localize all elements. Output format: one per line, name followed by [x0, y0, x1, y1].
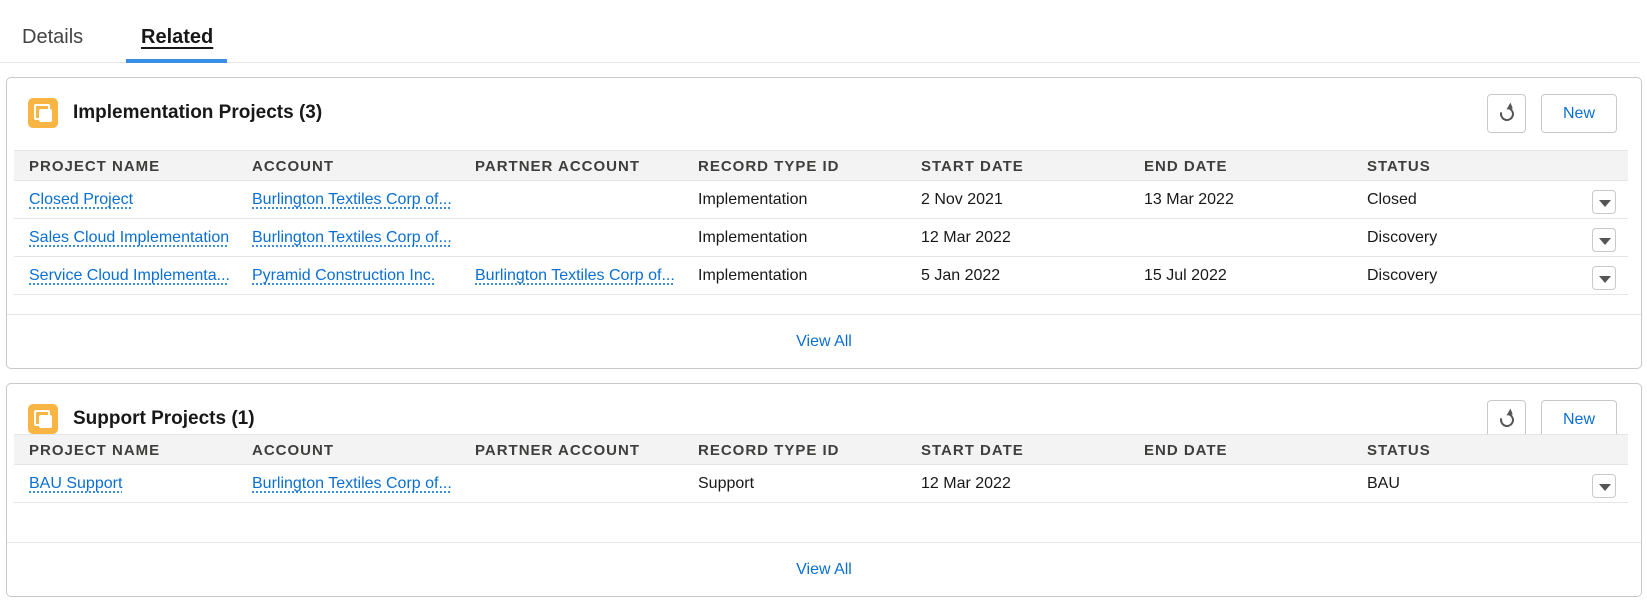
column-header: START DATE	[921, 158, 1024, 175]
start-date-cell: 2 Nov 2021	[921, 191, 1003, 208]
column-header: STATUS	[1367, 442, 1431, 459]
card-title[interactable]: Support Projects (1)	[73, 408, 255, 430]
column-header: RECORD TYPE ID	[698, 442, 840, 459]
tab-details[interactable]: Details	[22, 26, 83, 49]
view-all-link[interactable]: View All	[796, 333, 852, 351]
refresh-button[interactable]	[1487, 94, 1526, 133]
tab-related[interactable]: Related	[141, 26, 213, 49]
row-action-dropdown[interactable]	[1592, 266, 1616, 290]
table-header: PROJECT NAME ACCOUNT PARTNER ACCOUNT REC…	[14, 150, 1628, 181]
view-all-link[interactable]: View All	[796, 561, 852, 579]
account-link[interactable]: Burlington Textiles Corp of...	[252, 229, 457, 247]
table-header: PROJECT NAME ACCOUNT PARTNER ACCOUNT REC…	[14, 434, 1628, 465]
table-row: BAU Support Burlington Textiles Corp of.…	[14, 465, 1628, 503]
end-date-cell: 15 Jul 2022	[1144, 267, 1227, 284]
start-date-cell: 5 Jan 2022	[921, 267, 1001, 284]
active-tab-indicator	[126, 59, 227, 63]
column-header: RECORD TYPE ID	[698, 158, 840, 175]
implementation-projects-card: Implementation Projects (3) New PROJECT …	[6, 77, 1642, 369]
record-type-cell: Implementation	[698, 267, 808, 284]
start-date-cell: 12 Mar 2022	[921, 229, 1011, 246]
support-projects-card: Support Projects (1) New PROJECT NAME AC…	[6, 383, 1642, 597]
column-header: END DATE	[1144, 442, 1228, 459]
refresh-icon	[1497, 410, 1517, 430]
card-title[interactable]: Implementation Projects (3)	[73, 102, 322, 124]
account-link[interactable]: Pyramid Construction Inc.	[252, 267, 457, 285]
project-name-link[interactable]: Sales Cloud Implementation	[29, 229, 234, 247]
end-date-cell: 13 Mar 2022	[1144, 191, 1234, 208]
project-icon	[28, 404, 58, 434]
table-row: Closed Project Burlington Textiles Corp …	[14, 181, 1628, 219]
record-type-cell: Implementation	[698, 191, 808, 208]
column-header: PARTNER ACCOUNT	[475, 158, 640, 175]
row-action-dropdown[interactable]	[1592, 228, 1616, 252]
column-header: START DATE	[921, 442, 1024, 459]
column-header: PROJECT NAME	[29, 442, 161, 459]
status-cell: Discovery	[1367, 229, 1438, 246]
project-name-link[interactable]: Service Cloud Implementa...	[29, 267, 234, 285]
start-date-cell: 12 Mar 2022	[921, 475, 1011, 492]
column-header: ACCOUNT	[252, 158, 334, 175]
refresh-icon	[1497, 104, 1517, 124]
table-row: Service Cloud Implementa... Pyramid Cons…	[14, 257, 1628, 295]
new-button[interactable]: New	[1541, 94, 1617, 133]
account-link[interactable]: Burlington Textiles Corp of...	[252, 475, 457, 493]
column-header: STATUS	[1367, 158, 1431, 175]
project-name-link[interactable]: BAU Support	[29, 475, 234, 493]
column-header: END DATE	[1144, 158, 1228, 175]
tab-bar: Details Related	[0, 0, 1640, 63]
project-name-link[interactable]: Closed Project	[29, 191, 234, 209]
row-action-dropdown[interactable]	[1592, 190, 1616, 214]
card-footer: View All	[7, 314, 1641, 368]
card-footer: View All	[7, 542, 1641, 596]
record-type-cell: Support	[698, 475, 755, 492]
project-icon	[28, 98, 58, 128]
column-header: PARTNER ACCOUNT	[475, 442, 640, 459]
status-cell: Closed	[1367, 191, 1417, 208]
status-cell: BAU	[1367, 475, 1400, 492]
partner-account-link[interactable]: Burlington Textiles Corp of...	[475, 267, 680, 285]
account-link[interactable]: Burlington Textiles Corp of...	[252, 191, 457, 209]
record-type-cell: Implementation	[698, 229, 808, 246]
column-header: ACCOUNT	[252, 442, 334, 459]
column-header: PROJECT NAME	[29, 158, 161, 175]
row-action-dropdown[interactable]	[1592, 474, 1616, 498]
table-row: Sales Cloud Implementation Burlington Te…	[14, 219, 1628, 257]
status-cell: Discovery	[1367, 267, 1438, 284]
